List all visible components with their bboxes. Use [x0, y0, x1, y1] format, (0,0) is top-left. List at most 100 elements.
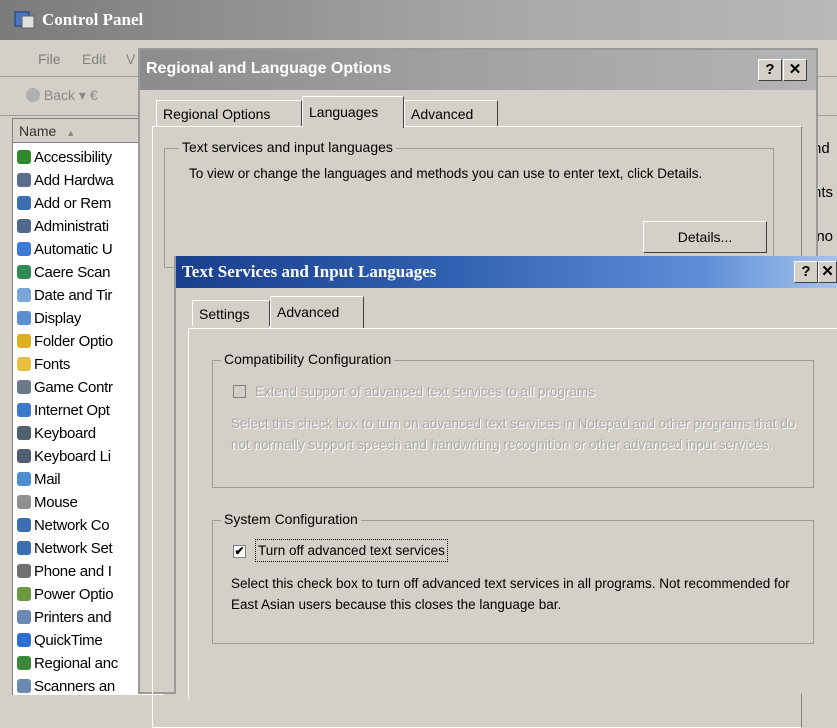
tab-regional-options-label: Regional Options	[163, 106, 271, 122]
menu-view[interactable]: V	[126, 51, 135, 67]
list-item[interactable]: QuickTime	[17, 632, 118, 655]
list-item[interactable]: Administrati	[17, 218, 118, 241]
list-item[interactable]: Keyboard	[17, 425, 118, 448]
control-panel-item-icon	[17, 610, 31, 624]
turn-off-advanced-text-description: Select this check box to turn off advanc…	[231, 576, 790, 612]
tab-advanced-label: Advanced	[277, 304, 340, 320]
control-panel-item-icon	[17, 334, 31, 348]
tab-languages[interactable]: Languages	[302, 96, 404, 128]
list-item[interactable]: Mouse	[17, 494, 118, 517]
control-panel-item-icon	[17, 495, 31, 509]
help-button[interactable]: ?	[794, 261, 818, 283]
tab-advanced[interactable]: Advanced	[404, 100, 498, 126]
close-button[interactable]: ✕	[783, 59, 807, 81]
tab-regional-options[interactable]: Regional Options	[156, 100, 302, 126]
list-item[interactable]: Regional anc	[17, 655, 118, 678]
list-item[interactable]: Power Optio	[17, 586, 118, 609]
control-panel-item-icon	[17, 265, 31, 279]
text-services-titlebar[interactable]: Text Services and Input Languages ? ✕	[176, 256, 837, 288]
help-icon: ?	[801, 263, 811, 280]
control-panel-item-icon	[17, 242, 31, 256]
list-item[interactable]: Add Hardwa	[17, 172, 118, 195]
control-panel-item-icon	[17, 564, 31, 578]
list-item[interactable]: Automatic U	[17, 241, 118, 264]
turn-off-advanced-text-label[interactable]: Turn off advanced text services	[255, 539, 448, 562]
text-services-group: Text services and input languages To vie…	[164, 139, 774, 268]
list-item-label: Automatic U	[34, 241, 113, 258]
list-item[interactable]: Game Contr	[17, 379, 118, 402]
menu-file[interactable]: File	[38, 51, 61, 67]
turn-off-advanced-text-checkbox[interactable]: ✔	[233, 545, 246, 558]
extend-support-description: Select this check box to turn on advance…	[231, 416, 796, 452]
text-services-dialog: Text Services and Input Languages ? ✕ Se…	[174, 256, 837, 699]
list-item[interactable]: Printers and	[17, 609, 118, 632]
compatibility-configuration-group: Compatibility Configuration Extend suppo…	[212, 351, 814, 488]
list-item-label: Folder Optio	[34, 333, 113, 350]
system-configuration-group: System Configuration ✔ Turn off advanced…	[212, 511, 814, 644]
control-panel-item-icon	[17, 173, 31, 187]
close-icon: ✕	[788, 61, 802, 78]
list-item-label: Regional anc	[34, 655, 118, 672]
extend-support-checkbox[interactable]	[233, 385, 246, 398]
list-item[interactable]: Phone and I	[17, 563, 118, 586]
back-arrow-icon	[26, 88, 40, 102]
control-panel-item-icon	[17, 633, 31, 647]
list-item-label: Keyboard Li	[34, 448, 111, 465]
back-label: Back	[43, 87, 76, 103]
list-item-label: Mail	[34, 471, 61, 488]
control-panel-item-icon	[17, 219, 31, 233]
system-configuration-label: System Configuration	[221, 511, 361, 527]
list-item-label: Power Optio	[34, 586, 114, 603]
list-item[interactable]: Date and Tir	[17, 287, 118, 310]
menu-edit[interactable]: Edit	[82, 51, 106, 67]
list-item[interactable]: Scanners an	[17, 678, 118, 701]
close-icon: ✕	[821, 263, 834, 280]
list-item[interactable]: Caere Scan	[17, 264, 118, 287]
extend-support-label: Extend support of advanced text services…	[255, 384, 595, 399]
text-services-group-label: Text services and input languages	[179, 139, 396, 155]
list-item[interactable]: Network Co	[17, 517, 118, 540]
name-column-label: Name	[19, 123, 57, 139]
regional-language-titlebar[interactable]: Regional and Language Options ? ✕	[140, 50, 816, 90]
control-panel-titlebar[interactable]: Control Panel	[0, 0, 837, 40]
control-panel-item-icon	[17, 150, 31, 164]
compatibility-configuration-label: Compatibility Configuration	[221, 351, 395, 367]
list-item[interactable]: Mail	[17, 471, 118, 494]
text-services-description: To view or change the languages and meth…	[189, 166, 703, 181]
list-item-label: Administrati	[34, 218, 109, 235]
list-item-label: Accessibility	[34, 149, 112, 166]
list-item[interactable]: Internet Opt	[17, 402, 118, 425]
tab-advanced[interactable]: Advanced	[270, 296, 364, 328]
control-panel-item-icon	[17, 311, 31, 325]
help-button[interactable]: ?	[758, 59, 782, 81]
list-item[interactable]: Fonts	[17, 356, 118, 379]
control-panel-title: Control Panel	[42, 10, 144, 29]
details-button[interactable]: Details...	[643, 221, 767, 253]
help-icon: ?	[765, 61, 775, 78]
list-item-label: Add or Rem	[34, 195, 112, 212]
tab-languages-label: Languages	[309, 104, 379, 120]
list-item-label: Internet Opt	[34, 402, 110, 419]
tab-settings[interactable]: Settings	[192, 300, 270, 326]
list-item-label: QuickTime	[34, 632, 103, 649]
control-panel-item-icon	[17, 679, 31, 693]
back-button[interactable]: Back ▾ €	[26, 87, 98, 104]
list-item[interactable]: Display	[17, 310, 118, 333]
list-item[interactable]: Folder Optio	[17, 333, 118, 356]
control-panel-item-icon	[17, 518, 31, 532]
control-panel-item-icon	[17, 656, 31, 670]
list-item[interactable]: Keyboard Li	[17, 448, 118, 471]
forward-fragment: ▾ €	[78, 87, 98, 103]
list-item[interactable]: Network Set	[17, 540, 118, 563]
close-button[interactable]: ✕	[818, 261, 837, 283]
control-panel-item-icon	[17, 403, 31, 417]
control-panel-item-icon	[17, 380, 31, 394]
control-panel-item-icon	[17, 541, 31, 555]
list-item-label: Mouse	[34, 494, 78, 511]
list-item[interactable]: Accessibility	[17, 149, 118, 172]
control-panel-item-icon	[17, 587, 31, 601]
list-item-label: Printers and	[34, 609, 112, 626]
list-item-label: Add Hardwa	[34, 172, 114, 189]
list-item-label: Keyboard	[34, 425, 96, 442]
list-item[interactable]: Add or Rem	[17, 195, 118, 218]
